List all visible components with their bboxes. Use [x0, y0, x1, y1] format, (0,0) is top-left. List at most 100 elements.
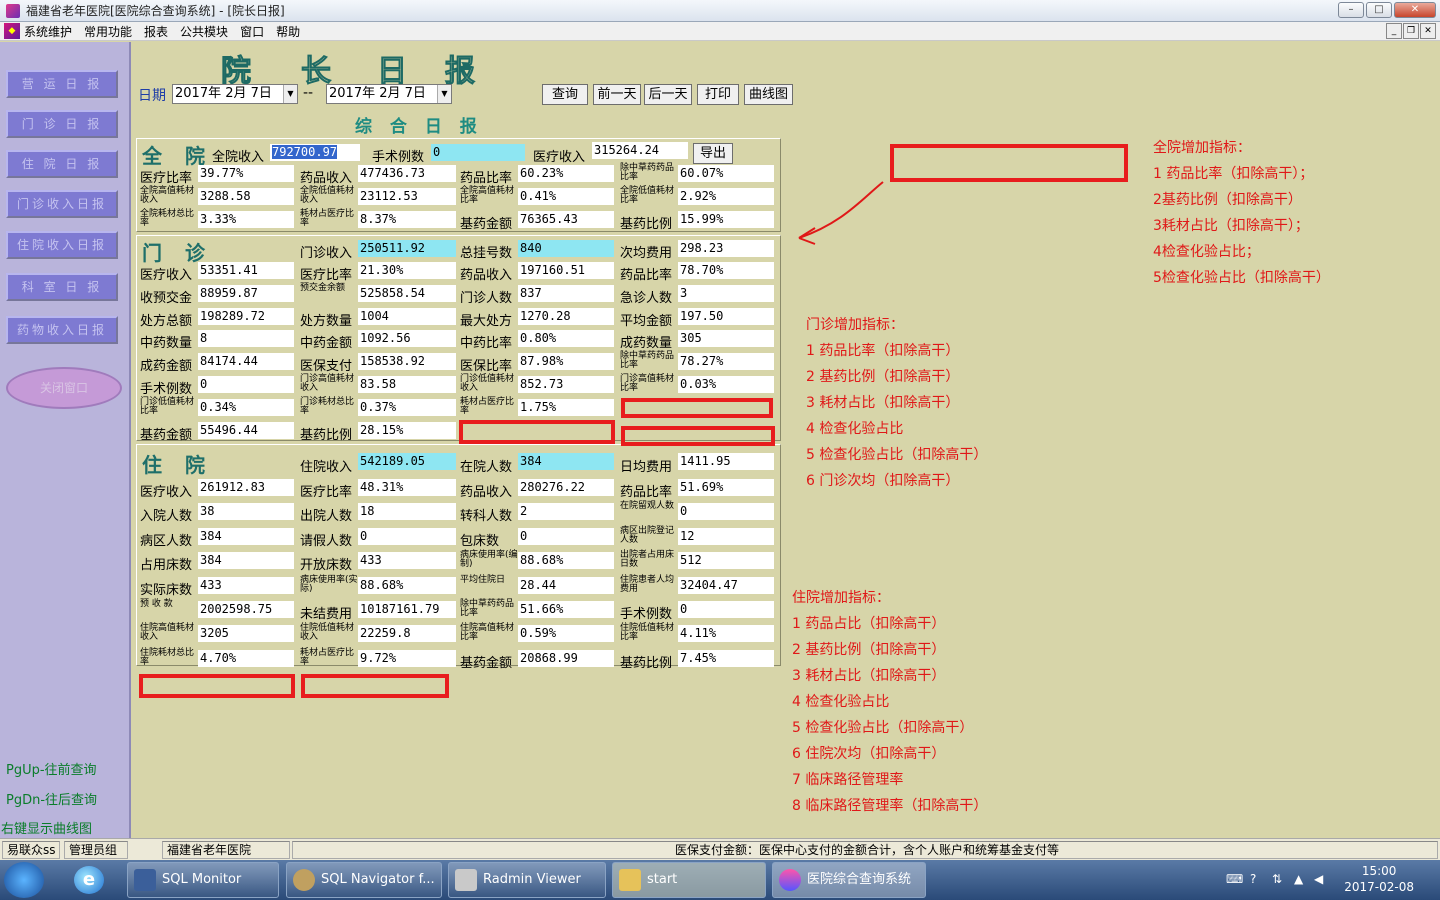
field-value[interactable]: 512 — [678, 552, 774, 570]
task-start-folder[interactable]: start — [612, 862, 766, 898]
internet-explorer-icon[interactable]: e — [74, 866, 104, 894]
field-value[interactable]: 4.70% — [198, 649, 294, 667]
system-menu-icon[interactable]: ◆ — [4, 23, 20, 39]
field-value[interactable]: 2.92% — [678, 188, 774, 205]
date-to-picker[interactable]: 2017年 2月 7日 ▼ — [326, 84, 452, 104]
total-income-field[interactable]: 792700.97 — [270, 144, 360, 161]
field-value[interactable]: 1092.56 — [358, 330, 456, 348]
field-value[interactable]: 197.50 — [678, 307, 774, 325]
mdi-restore-button[interactable]: ❐ — [1403, 23, 1419, 39]
field-value[interactable]: 0 — [198, 376, 294, 393]
field-value[interactable]: 525858.54 — [358, 284, 456, 302]
chevron-down-icon[interactable]: ▼ — [283, 85, 297, 103]
field-value[interactable]: 8.37% — [358, 211, 456, 228]
field-value[interactable]: 0 — [518, 527, 614, 545]
prev-day-button[interactable]: 前一天 — [593, 84, 641, 105]
menu-help[interactable]: 帮助 — [276, 23, 300, 40]
task-sql-monitor[interactable]: SQL Monitor — [127, 862, 279, 898]
field-value[interactable]: 60.07% — [678, 165, 774, 182]
mdi-minimize-button[interactable]: _ — [1386, 23, 1402, 39]
chevron-down-icon[interactable]: ▼ — [437, 85, 451, 103]
chart-button[interactable]: 曲线图 — [744, 84, 793, 105]
query-button[interactable]: 查询 — [542, 84, 588, 105]
task-hospital-query[interactable]: 医院综合查询系统 — [772, 862, 926, 898]
field-value[interactable]: 87.98% — [518, 353, 614, 371]
field-value[interactable]: 1.75% — [518, 398, 614, 416]
nav-inpatient-daily[interactable]: 住 院 日 报 — [6, 150, 118, 178]
menu-common[interactable]: 常用功能 — [84, 23, 132, 40]
task-sql-navigator[interactable]: SQL Navigator f... — [286, 862, 442, 898]
field-value[interactable]: 12 — [678, 527, 774, 545]
field-value[interactable]: 39.77% — [198, 165, 294, 182]
menu-report[interactable]: 报表 — [144, 23, 168, 40]
field-value[interactable]: 1004 — [358, 307, 456, 325]
show-hidden-icon[interactable]: ▲ — [1294, 872, 1303, 886]
field-value[interactable]: 78.70% — [678, 262, 774, 279]
field-value[interactable]: 51.69% — [678, 479, 774, 496]
next-day-button[interactable]: 后一天 — [644, 84, 692, 105]
network-icon[interactable]: ⇅ — [1272, 872, 1282, 886]
field-value[interactable]: 852.73 — [518, 376, 614, 393]
nav-operation-daily[interactable]: 营 运 日 报 — [6, 70, 118, 98]
medical-income-field[interactable]: 315264.24 — [592, 142, 688, 159]
field-value[interactable]: 433 — [198, 576, 294, 594]
field-value[interactable]: 18 — [358, 503, 456, 521]
field-value[interactable]: 305 — [678, 330, 774, 348]
field-value[interactable]: 0 — [678, 601, 774, 618]
close-button[interactable]: ✕ — [1394, 2, 1436, 18]
field-value[interactable]: 477436.73 — [358, 165, 456, 182]
field-value[interactable]: 88959.87 — [198, 284, 294, 302]
field-value[interactable]: 83.58 — [358, 376, 456, 393]
field-value[interactable]: 21.30% — [358, 262, 456, 279]
field-value[interactable]: 48.31% — [358, 479, 456, 496]
field-value[interactable]: 0.34% — [198, 398, 294, 416]
avg-cost-field[interactable]: 298.23 — [678, 240, 774, 257]
field-value[interactable]: 2 — [518, 503, 614, 521]
keyboard-icon[interactable]: ⌨ — [1226, 872, 1243, 886]
nav-department-daily[interactable]: 科 室 日 报 — [6, 273, 118, 301]
nav-outpatient-daily[interactable]: 门 诊 日 报 — [6, 110, 118, 138]
inpatient-income-field[interactable]: 542189.05 — [358, 453, 456, 470]
field-value[interactable]: 0.41% — [518, 188, 614, 205]
field-value[interactable]: 32404.47 — [678, 576, 774, 594]
mdi-close-button[interactable]: ✕ — [1420, 23, 1436, 39]
field-value[interactable]: 0 — [678, 503, 774, 521]
field-value[interactable]: 10187161.79 — [358, 601, 456, 618]
outpatient-income-field[interactable]: 250511.92 — [358, 240, 456, 257]
nav-drug-income[interactable]: 药物收入日报 — [6, 316, 118, 344]
field-value[interactable]: 15.99% — [678, 211, 774, 228]
print-button[interactable]: 打印 — [697, 84, 739, 105]
menu-window[interactable]: 窗口 — [240, 23, 264, 40]
field-value[interactable]: 8 — [198, 330, 294, 348]
field-value[interactable]: 28.15% — [358, 421, 456, 439]
field-value[interactable]: 60.23% — [518, 165, 614, 182]
field-value[interactable]: 88.68% — [358, 576, 456, 594]
field-value[interactable]: 3205 — [198, 625, 294, 643]
field-value[interactable]: 88.68% — [518, 552, 614, 570]
date-from-picker[interactable]: 2017年 2月 7日 ▼ — [172, 84, 298, 104]
field-value[interactable]: 280276.22 — [518, 479, 614, 496]
field-value[interactable]: 197160.51 — [518, 262, 614, 279]
field-value[interactable]: 384 — [198, 552, 294, 570]
field-value[interactable]: 3.33% — [198, 211, 294, 228]
export-button[interactable]: 导出 — [693, 143, 733, 164]
clock[interactable]: 15:00 2017-02-08 — [1344, 863, 1414, 895]
field-value[interactable]: 433 — [358, 552, 456, 570]
field-value[interactable]: 53351.41 — [198, 262, 294, 279]
field-value[interactable]: 9.72% — [358, 649, 456, 667]
in-hospital-count-field[interactable]: 384 — [518, 453, 614, 470]
field-value[interactable]: 76365.43 — [518, 211, 614, 228]
field-value[interactable]: 1270.28 — [518, 307, 614, 325]
field-value[interactable]: 7.45% — [678, 649, 774, 667]
surgery-count-field[interactable]: 0 — [431, 144, 525, 161]
menu-system[interactable]: 系统维护 — [24, 23, 72, 40]
task-radmin[interactable]: Radmin Viewer — [448, 862, 606, 898]
nav-inpatient-income[interactable]: 住院收入日报 — [6, 231, 118, 259]
field-value[interactable]: 198289.72 — [198, 307, 294, 325]
field-value[interactable]: 51.66% — [518, 601, 614, 618]
maximize-button[interactable]: □ — [1366, 2, 1392, 18]
field-value[interactable]: 78.27% — [678, 353, 774, 371]
field-value[interactable]: 55496.44 — [198, 421, 294, 439]
field-value[interactable]: 3288.58 — [198, 188, 294, 205]
field-value[interactable]: 261912.83 — [198, 479, 294, 496]
